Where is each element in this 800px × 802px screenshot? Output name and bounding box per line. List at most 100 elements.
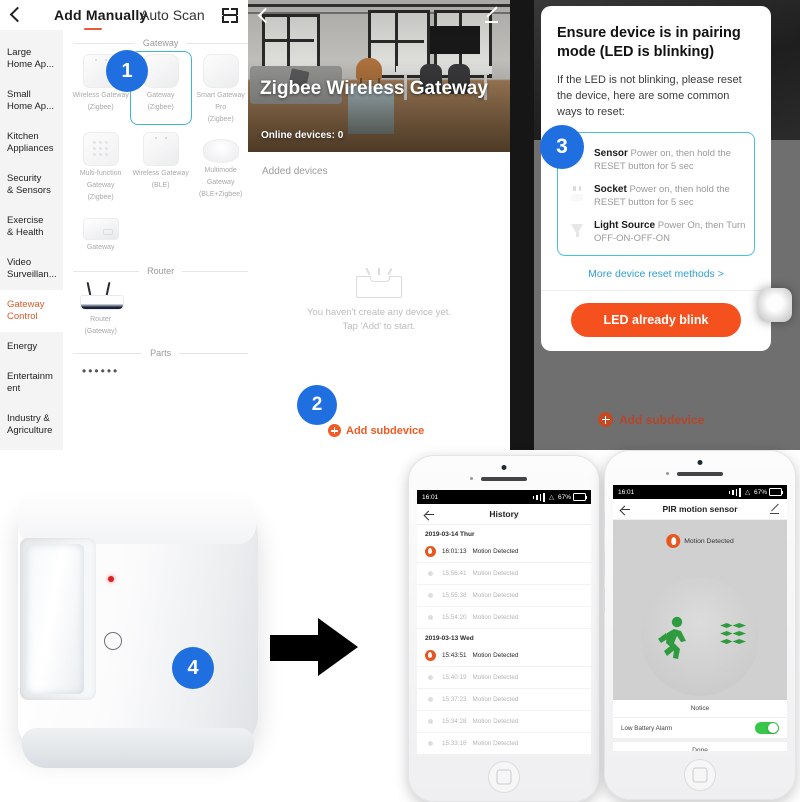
add-subdevice-button[interactable]: Add subdevice	[328, 424, 424, 437]
low-battery-alarm-toggle[interactable]	[755, 722, 779, 734]
panel1-header: Add Manually Auto Scan	[0, 0, 248, 30]
reset-button[interactable]	[104, 632, 122, 650]
sidebar-item-security-sensors[interactable]: Security & Sensors	[0, 164, 63, 206]
fresnel-lens	[26, 544, 84, 694]
tab-auto-scan[interactable]: Auto Scan	[140, 7, 205, 23]
device-card-router-gateway[interactable]: Router (Gateway)	[71, 280, 131, 336]
history-row[interactable]: 15:56:41 Motion Detected	[417, 563, 591, 585]
battery-percent: 67%	[557, 493, 571, 501]
battery-icon	[769, 488, 783, 496]
section-label: Parts	[150, 348, 172, 358]
motion-dot-icon	[428, 741, 433, 746]
home-button[interactable]	[488, 761, 520, 793]
nav-bar: PIR motion sensor	[613, 499, 787, 520]
back-arrow-icon[interactable]	[620, 504, 631, 515]
history-row[interactable]: 15:33:16 Motion Detected	[417, 733, 591, 755]
more-reset-methods-link[interactable]: More device reset methods >	[557, 268, 755, 280]
history-row[interactable]: 16:01:13 Motion Detected	[417, 541, 591, 563]
proximity-sensor	[666, 472, 669, 475]
step-badge-3: 3	[540, 125, 584, 169]
device-card-multi-function-gateway[interactable]: Multi-function Gateway (Zigbee)	[71, 130, 131, 202]
section-label: Gateway	[142, 38, 179, 48]
device-thumbnail	[758, 288, 792, 322]
history-label: Motion Detected	[472, 614, 519, 621]
reset-row-title: Light Source	[594, 220, 656, 231]
back-arrow-icon[interactable]	[6, 4, 24, 26]
history-row[interactable]: 15:37:23 Motion Detected	[417, 689, 591, 711]
sidebar-item-kitchen-appliances[interactable]: Kitchen Appliances	[0, 122, 63, 164]
pir-sensor-product-photo	[8, 468, 298, 788]
gateway-detail-panel: Zigbee Wireless Gateway Online devices: …	[248, 0, 510, 450]
notice-row[interactable]: Notice	[613, 700, 787, 718]
status-time: 16:01	[422, 493, 439, 501]
dialog-lead-text: If the LED is not blinking, please reset…	[557, 74, 742, 118]
device-card-multimode-gateway[interactable]: Multimode Gateway (BLE+Zigbee)	[191, 130, 248, 202]
sidebar-item-video-surveillance[interactable]: Video Surveillan...	[0, 248, 63, 290]
motion-dot-icon	[428, 571, 433, 576]
device-name: Multi-function	[79, 170, 122, 177]
sidebar-item-gateway-control[interactable]: Gateway Control	[0, 290, 63, 332]
device-row: Wireless Gateway (Zigbee) Gateway (Zigbe…	[71, 51, 248, 125]
light-bulb-icon	[568, 219, 586, 239]
tab-add-manually[interactable]: Add Manually	[54, 7, 147, 23]
device-card-gateway[interactable]: Gateway	[71, 208, 131, 252]
device-card-wireless-gateway-ble[interactable]: Wireless Gateway (BLE)	[131, 130, 191, 202]
reset-row-title: Socket	[594, 184, 627, 195]
back-arrow-icon[interactable]	[256, 6, 272, 24]
history-text: 15:43:51	[442, 652, 467, 659]
device-name: Multimode	[204, 167, 237, 174]
sidebar-item-industry-agriculture[interactable]: Industry & Agriculture	[0, 404, 63, 446]
device-sub: (Zigbee)	[87, 104, 114, 111]
device-card-part[interactable]: ••••••	[71, 362, 131, 378]
status-bar: 16:01 △ 67%	[417, 490, 591, 504]
done-button[interactable]: Done	[613, 742, 787, 751]
empty-state: You haven't create any device yet. Tap '…	[248, 268, 510, 334]
device-card-smart-gateway-pro[interactable]: Smart Gateway Pro (Zigbee)	[191, 52, 248, 124]
right-arrow-icon	[270, 618, 360, 676]
pencil-edit-icon[interactable]	[770, 504, 780, 514]
pencil-edit-icon[interactable]	[484, 8, 500, 24]
sidebar-item-entertainment[interactable]: Entertainm ent	[0, 362, 63, 404]
sidebar-item-exercise-health[interactable]: Exercise & Health	[0, 206, 63, 248]
device-sub: (Gateway)	[84, 328, 117, 335]
sidebar-item-energy[interactable]: Energy	[0, 332, 63, 362]
low-battery-alarm-row[interactable]: Low Battery Alarm	[613, 718, 787, 742]
history-row[interactable]: 15:34:28 Motion Detected	[417, 711, 591, 733]
step-badge-4: 4	[172, 647, 214, 689]
device-name: Gateway	[146, 92, 175, 99]
device-row: Gateway	[71, 208, 248, 252]
online-devices-count: Online devices: 0	[261, 130, 344, 141]
add-subdevice-button[interactable]: Add subdevice	[598, 412, 704, 427]
led-already-blink-button[interactable]: LED already blink	[571, 303, 741, 337]
proximity-sensor	[470, 477, 473, 480]
history-row[interactable]: 15:55:38 Motion Detected	[417, 585, 591, 607]
toggle-label: Low Battery Alarm	[621, 724, 673, 732]
history-row[interactable]: 15:40:19 Motion Detected	[417, 667, 591, 689]
empty-state-line2: Tap 'Add' to start.	[342, 321, 416, 332]
history-row[interactable]: 15:54:20 Motion Detected	[417, 607, 591, 629]
history-row[interactable]: 15:43:51 Motion Detected	[417, 645, 591, 667]
device-row: ••••••	[71, 362, 248, 378]
scan-frame-icon[interactable]	[222, 8, 238, 23]
gateway-hero-image: Zigbee Wireless Gateway Online devices: …	[248, 0, 510, 152]
earpiece-speaker	[677, 472, 723, 476]
history-label: Motion Detected	[472, 740, 519, 747]
device-name: Smart Gateway	[196, 92, 245, 99]
sidebar-item-small-home-ap[interactable]: Small Home Ap...	[0, 80, 63, 122]
sidebar-item-large-home-ap[interactable]: Large Home Ap...	[0, 38, 63, 80]
home-button[interactable]	[684, 759, 716, 791]
history-label: Motion Detected	[472, 652, 519, 659]
category-sidebar[interactable]: Large Home Ap... Small Home Ap... Kitchen A…	[0, 30, 63, 450]
motion-alert-icon	[666, 534, 681, 548]
page-title: History	[489, 509, 519, 519]
divider	[541, 290, 771, 291]
step-badge-2: 2	[297, 385, 337, 425]
history-text: 15:55:38	[442, 592, 467, 599]
wifi-icon: △	[548, 494, 554, 501]
history-text: 15:34:28	[442, 718, 467, 725]
wifi-icon: △	[744, 489, 750, 496]
device-sub2: (Zigbee)	[207, 116, 234, 123]
battery-icon	[573, 493, 587, 501]
device-catalog: Gateway Wireless Gateway (Zigbee) Gatewa…	[62, 30, 248, 450]
back-arrow-icon[interactable]	[424, 509, 435, 520]
